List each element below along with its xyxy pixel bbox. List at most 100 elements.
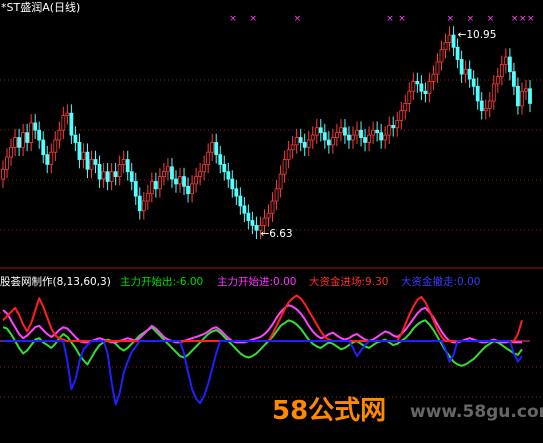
watermark-url: www.58gu.com [410,402,543,422]
candle-body [524,88,528,92]
candle-body [33,122,38,131]
candle-body [371,129,376,136]
candle-body [347,134,351,141]
candle-body [330,137,335,146]
candle-body [278,173,283,190]
candle-body [238,195,243,207]
candle-body [153,181,158,190]
signal-marker: × [511,14,519,24]
candle-body [479,100,484,112]
candle-body [182,176,186,187]
signal-marker: × [487,14,495,24]
candle-body [85,151,90,170]
candle-body [174,178,178,185]
candle-body [419,83,424,92]
signal-marker: × [447,14,455,24]
candle-body [270,200,275,214]
candle-body [242,205,247,214]
candle-body [29,122,34,143]
candle-body [198,171,203,178]
candle-body [290,144,295,151]
candle-body [206,151,211,165]
candle-body [37,129,42,141]
signal-marker: × [249,14,257,24]
candle-body [463,68,468,75]
candle-body [475,85,480,102]
candle-body [157,176,162,190]
candle-body [166,166,170,173]
candle-body [190,183,194,195]
candle-body [503,56,508,65]
candle-body [9,146,13,158]
stock-title: *ST盛润A(日线) [1,0,80,14]
candle-body [13,137,17,148]
candle-body [25,132,30,143]
candle-body [109,171,114,182]
candle-body [326,139,331,146]
candle-body [443,42,448,51]
candle-body [302,142,307,148]
candle-body [53,139,58,153]
indicator-item-label: 主力开始出:-6.00 [120,275,203,288]
candle-body [516,85,520,107]
candle-body [495,76,500,85]
candle-body [250,220,255,226]
candle-body [101,171,106,180]
candle-body [447,34,452,43]
candle-body [149,181,154,195]
candle-body [1,168,5,180]
candle-body [117,163,122,177]
candle-body [170,166,174,180]
candle-body [234,188,239,197]
candle-body [403,103,408,112]
candle-body [318,127,323,134]
indicator-item-label: 大资金撤走:0.00 [401,275,480,288]
candle-body [137,195,142,212]
candle-body [391,124,396,129]
candle-body [282,159,287,175]
candle-body [89,159,94,170]
candle-body [226,171,231,180]
indicator-item-value: 0.00 [273,276,296,288]
candle-body [351,134,355,141]
candle-body [113,171,118,178]
candle-body [61,115,66,131]
candle-body [335,132,339,138]
signal-marker: × [294,14,302,24]
candle-body [93,159,98,165]
price-annotation: ←6.63 [260,228,292,240]
candle-body [487,100,492,109]
candle-body [379,132,384,141]
candle-body [528,88,532,104]
candle-body [339,127,343,134]
candle-body [145,193,150,202]
candle-body [415,81,420,85]
candle-body [5,156,9,170]
candle-body [427,81,432,95]
candle-body [77,142,82,160]
candle-body [395,120,400,129]
candle-body [435,61,440,75]
candle-body [230,178,235,190]
signal-marker: × [398,14,406,24]
candle-body [57,129,62,141]
candle-body [202,163,207,173]
indicator-item-value: -6.00 [176,276,203,288]
candle-body [439,49,444,63]
candle-body [399,110,404,121]
candle-body [310,134,315,141]
candle-body [512,71,516,87]
candle-body [97,163,102,180]
candle-body [455,46,460,60]
candle-body [507,56,512,73]
candle-body [162,171,166,178]
candle-body [125,159,130,173]
candle-body [431,73,436,82]
price-annotation: ←10.95 [458,29,497,41]
candle-body [294,137,299,146]
candle-body [491,83,496,102]
candle-body [387,124,392,136]
candle-body [214,142,219,156]
stock-chart[interactable]: × × × × × × × × × × × ←10.95←6.63 58公式网 www.58gu.c… [0,0,543,443]
candle-body [286,149,291,160]
